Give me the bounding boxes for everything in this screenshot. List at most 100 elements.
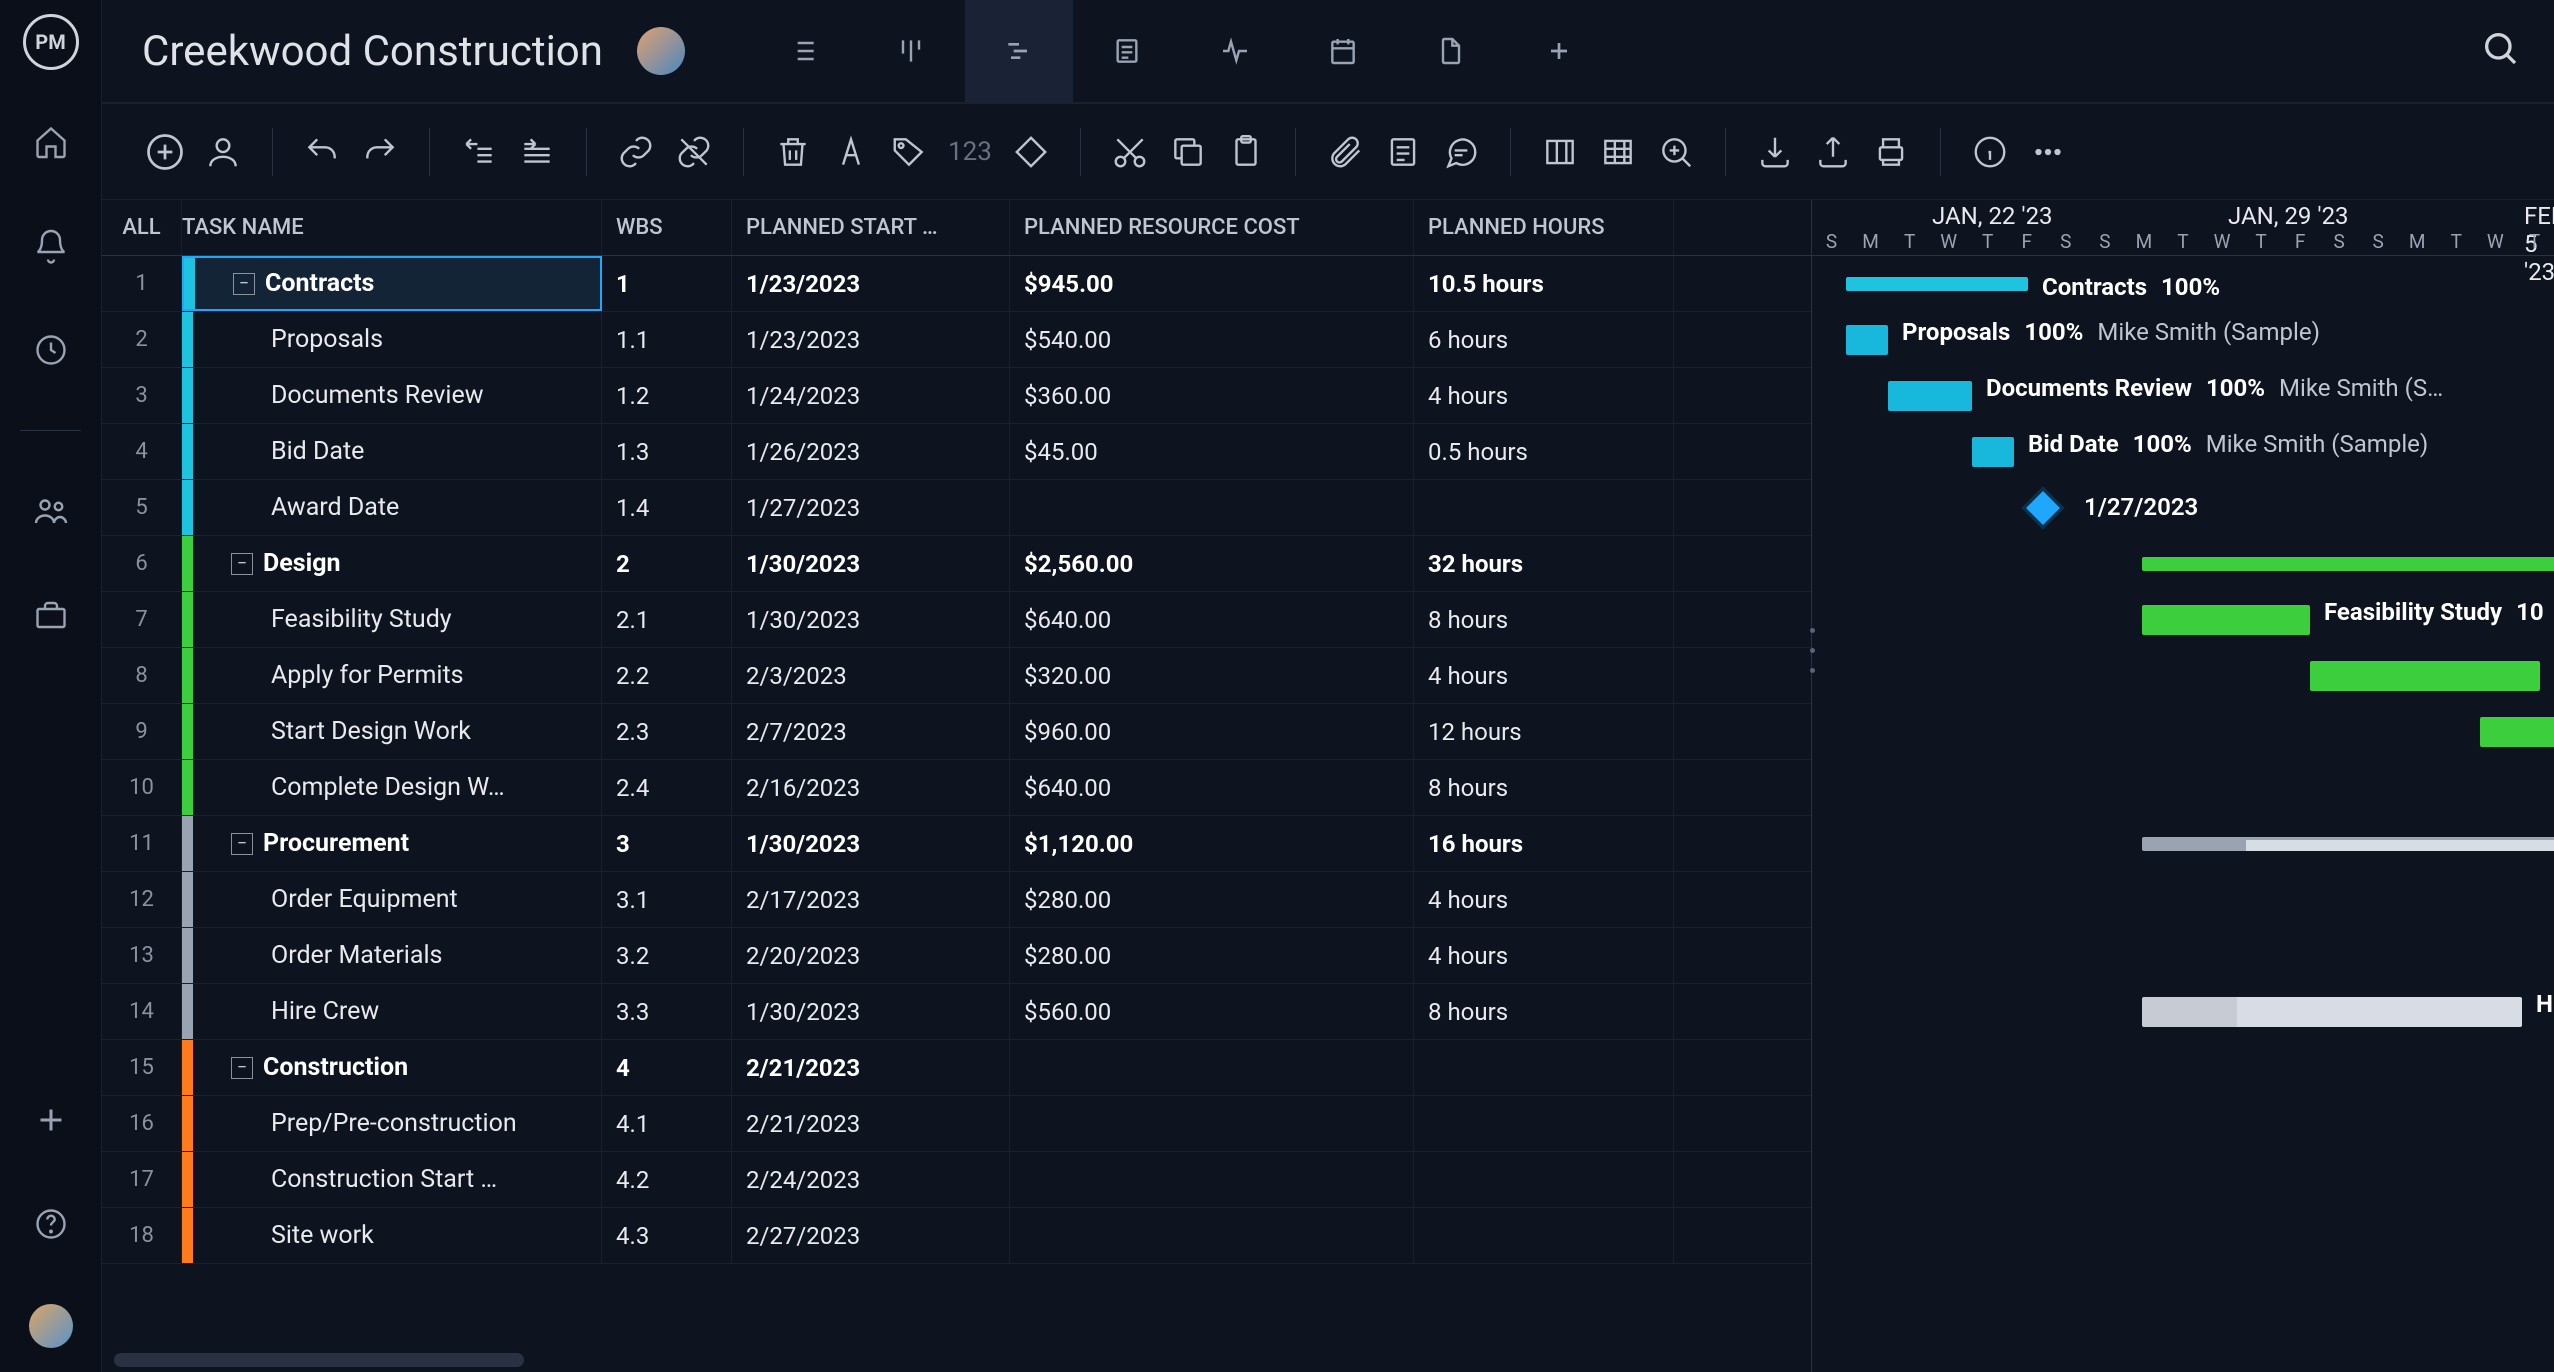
view-activity-icon[interactable] [1181, 0, 1289, 102]
task-row[interactable]: 17Construction Start …4.22/24/2023 [102, 1152, 1811, 1208]
gantt-milestone[interactable] [2022, 487, 2064, 529]
gantt-task-bar[interactable]: Documents Review100%Mike Smith (S… [1888, 381, 1972, 411]
task-row[interactable]: 14Hire Crew3.31/30/2023$560.008 hours [102, 984, 1811, 1040]
task-hours [1414, 480, 1674, 535]
column-header-all[interactable]: ALL [102, 200, 182, 255]
more-button[interactable] [2023, 127, 2073, 177]
task-row[interactable]: 6−Design21/30/2023$2,560.0032 hours [102, 536, 1811, 592]
export-button[interactable] [1808, 127, 1858, 177]
gantt-task-bar[interactable]: Feasibility Study10 [2142, 605, 2310, 635]
view-board-icon[interactable] [857, 0, 965, 102]
briefcase-icon[interactable] [27, 591, 75, 639]
cut-button[interactable] [1105, 127, 1155, 177]
column-header-wbs[interactable]: WBS [602, 200, 732, 255]
task-row[interactable]: 12Order Equipment3.12/17/2023$280.004 ho… [102, 872, 1811, 928]
task-row[interactable]: 11−Procurement31/30/2023$1,120.0016 hour… [102, 816, 1811, 872]
print-button[interactable] [1866, 127, 1916, 177]
copy-button[interactable] [1163, 127, 1213, 177]
view-add-icon[interactable] [1505, 0, 1613, 102]
task-cost [1010, 1040, 1414, 1095]
text-format-button[interactable] [826, 127, 876, 177]
task-wbs: 2.2 [602, 648, 732, 703]
task-row[interactable]: 5Award Date1.41/27/2023 [102, 480, 1811, 536]
info-button[interactable] [1965, 127, 2015, 177]
view-files-icon[interactable] [1397, 0, 1505, 102]
view-calendar-icon[interactable] [1289, 0, 1397, 102]
columns-button[interactable] [1535, 127, 1585, 177]
project-avatar[interactable] [637, 27, 685, 75]
collapse-toggle[interactable]: − [233, 273, 255, 295]
outdent-button[interactable] [454, 127, 504, 177]
import-button[interactable] [1750, 127, 1800, 177]
gantt-task-bar[interactable]: Apply f [2310, 661, 2540, 691]
collapse-toggle[interactable]: − [231, 1057, 253, 1079]
indent-button[interactable] [512, 127, 562, 177]
column-header-start[interactable]: PLANNED START … [732, 200, 1010, 255]
assign-button[interactable] [198, 127, 248, 177]
undo-button[interactable] [297, 127, 347, 177]
task-row[interactable]: 3Documents Review1.21/24/2023$360.004 ho… [102, 368, 1811, 424]
gantt-task-bar[interactable]: Hire [2142, 997, 2522, 1027]
horizontal-scrollbar[interactable] [102, 1348, 1811, 1372]
column-header-cost[interactable]: PLANNED RESOURCE COST [1010, 200, 1414, 255]
comments-button[interactable] [1436, 127, 1486, 177]
milestone-button[interactable] [1006, 127, 1056, 177]
view-gantt-icon[interactable] [965, 0, 1073, 102]
gantt-summary-bar[interactable] [2142, 557, 2554, 571]
task-row[interactable]: 18Site work4.32/27/2023 [102, 1208, 1811, 1264]
task-row[interactable]: 15−Construction42/21/2023 [102, 1040, 1811, 1096]
gantt-summary-bar[interactable] [2142, 837, 2554, 851]
delete-button[interactable] [768, 127, 818, 177]
task-start: 1/23/2023 [732, 256, 1010, 311]
task-row[interactable]: 16Prep/Pre-construction4.12/21/2023 [102, 1096, 1811, 1152]
paste-button[interactable] [1221, 127, 1271, 177]
task-start: 1/30/2023 [732, 816, 1010, 871]
task-row[interactable]: 10Complete Design W…2.42/16/2023$640.008… [102, 760, 1811, 816]
notifications-icon[interactable] [27, 222, 75, 270]
collapse-toggle[interactable]: − [231, 553, 253, 575]
task-row[interactable]: 13Order Materials3.22/20/2023$280.004 ho… [102, 928, 1811, 984]
collapse-toggle[interactable]: − [231, 833, 253, 855]
search-icon[interactable] [2480, 28, 2520, 74]
task-cost [1010, 480, 1414, 535]
attachment-button[interactable] [1320, 127, 1370, 177]
task-hours [1414, 1152, 1674, 1207]
home-icon[interactable] [27, 118, 75, 166]
task-row[interactable]: 2Proposals1.11/23/2023$540.006 hours [102, 312, 1811, 368]
gantt-chart[interactable]: JAN, 22 '23JAN, 29 '23FEB, 5 '23 SMTWTFS… [1812, 200, 2554, 1372]
gantt-bar-label: Contracts100% [2042, 273, 2220, 301]
task-row[interactable]: 1−Contracts11/23/2023$945.0010.5 hours [102, 256, 1811, 312]
row-number: 8 [102, 648, 182, 703]
column-header-hours[interactable]: PLANNED HOURS [1414, 200, 1674, 255]
add-icon[interactable] [27, 1096, 75, 1144]
task-row[interactable]: 4Bid Date1.31/26/2023$45.000.5 hours [102, 424, 1811, 480]
task-row[interactable]: 9Start Design Work2.32/7/2023$960.0012 h… [102, 704, 1811, 760]
task-start: 1/26/2023 [732, 424, 1010, 479]
people-icon[interactable] [27, 487, 75, 535]
row-number: 1 [102, 256, 182, 311]
view-list-icon[interactable] [749, 0, 857, 102]
grid-button[interactable] [1593, 127, 1643, 177]
redo-button[interactable] [355, 127, 405, 177]
add-task-button[interactable] [140, 127, 190, 177]
task-row[interactable]: 8Apply for Permits2.22/3/2023$320.004 ho… [102, 648, 1811, 704]
unlink-button[interactable] [669, 127, 719, 177]
gantt-task-bar[interactable]: Bid Date100%Mike Smith (Sample) [1972, 437, 2014, 467]
top-bar: Creekwood Construction [102, 0, 2554, 104]
view-sheet-icon[interactable] [1073, 0, 1181, 102]
gantt-summary-bar[interactable]: Contracts100% [1846, 277, 2028, 291]
gantt-task-bar[interactable]: Proposals100%Mike Smith (Sample) [1846, 325, 1888, 355]
link-button[interactable] [611, 127, 661, 177]
notes-button[interactable] [1378, 127, 1428, 177]
column-header-name[interactable]: TASK NAME [182, 200, 602, 255]
zoom-button[interactable] [1651, 127, 1701, 177]
tag-button[interactable] [884, 127, 934, 177]
help-icon[interactable] [27, 1200, 75, 1248]
app-logo[interactable]: PM [23, 14, 79, 70]
task-row[interactable]: 7Feasibility Study2.11/30/2023$640.008 h… [102, 592, 1811, 648]
user-avatar[interactable] [29, 1304, 73, 1348]
pane-splitter[interactable] [1806, 620, 1818, 680]
row-number: 16 [102, 1096, 182, 1151]
recent-icon[interactable] [27, 326, 75, 374]
gantt-task-bar[interactable] [2480, 717, 2554, 747]
